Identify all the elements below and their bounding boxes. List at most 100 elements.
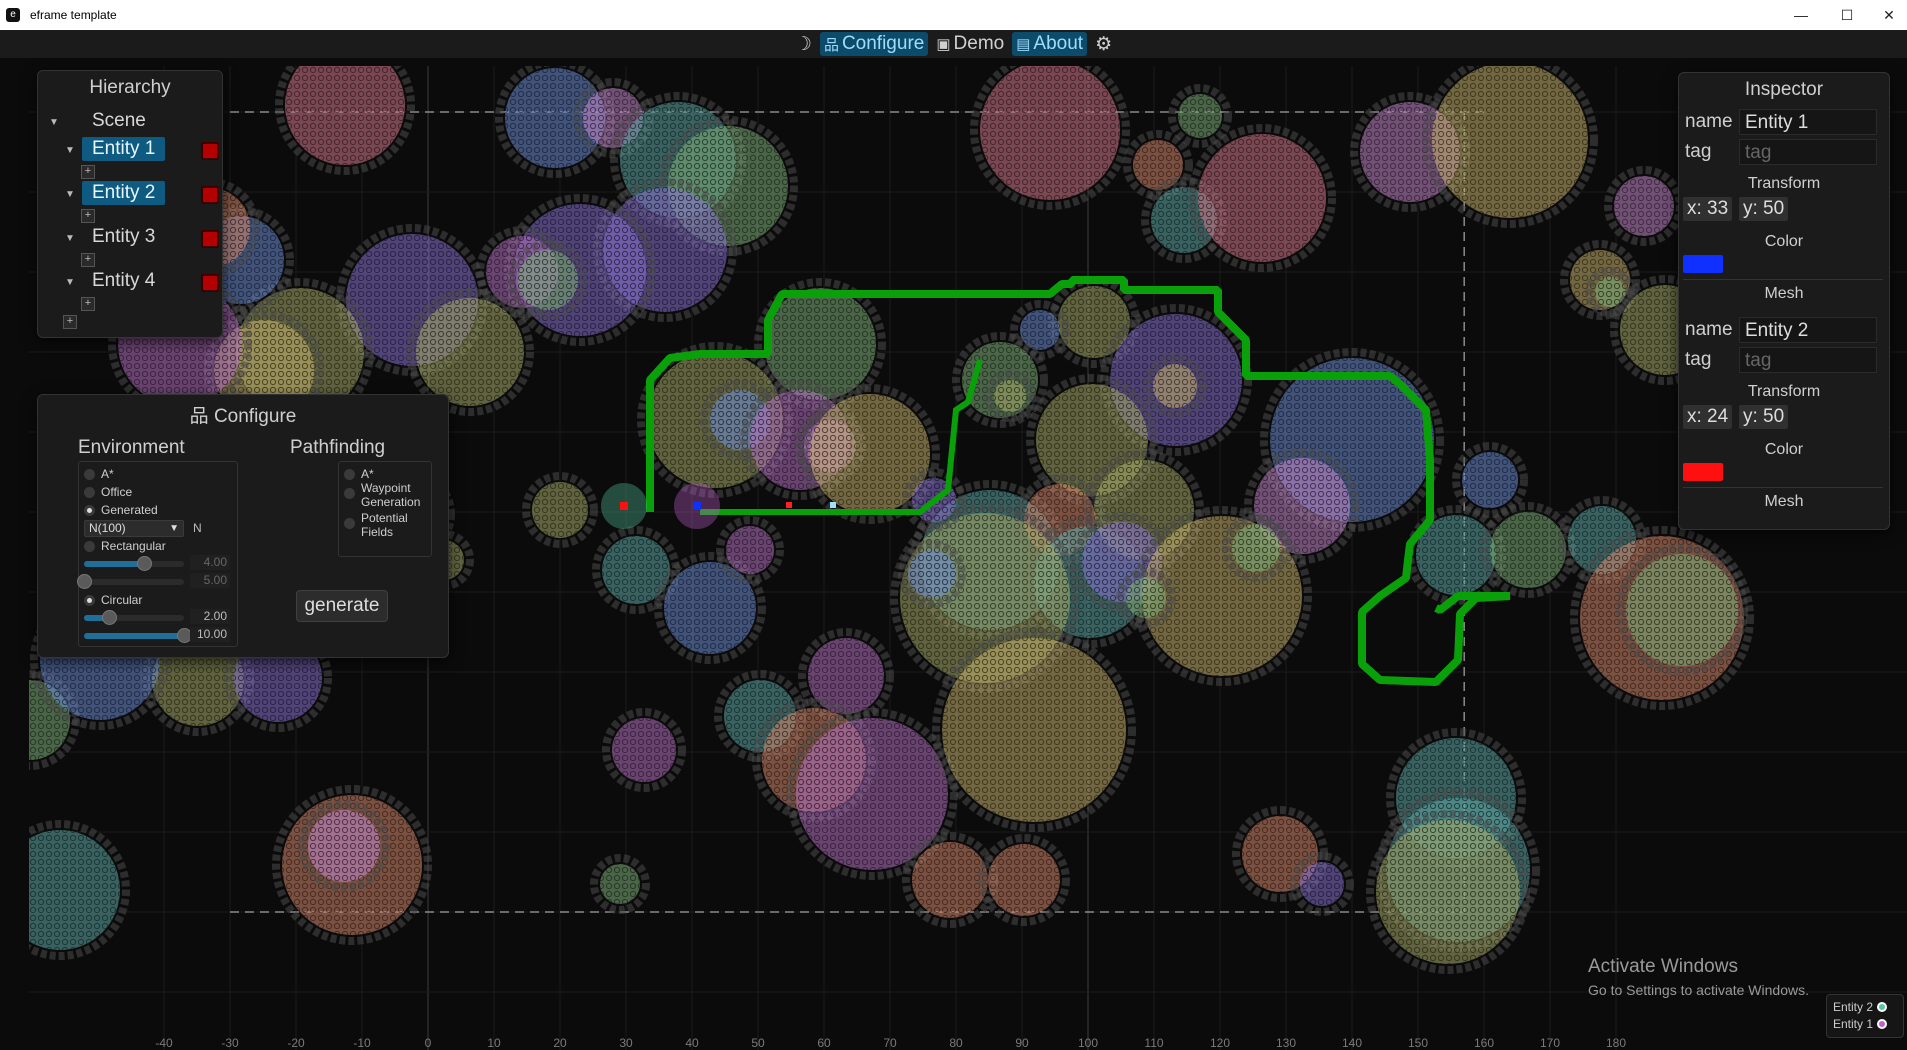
- delete-entity-2-icon[interactable]: [201, 186, 219, 204]
- obstacle-texture: [308, 810, 380, 882]
- x-tick-label: 40: [685, 1036, 699, 1050]
- obstacle-texture: [912, 842, 988, 918]
- app-icon: e: [6, 8, 20, 22]
- x-tick-label: 100: [1078, 1036, 1098, 1050]
- configure-title-text: Configure: [213, 406, 297, 427]
- entity-1-tag-field[interactable]: tag: [1739, 139, 1877, 165]
- generate-button[interactable]: generate: [296, 590, 388, 622]
- circle-min-value[interactable]: 2.00: [190, 609, 230, 624]
- delete-entity-4-icon[interactable]: [201, 274, 219, 292]
- entity-2-color-swatch[interactable]: [1683, 463, 1723, 481]
- circle-min-slider[interactable]: [84, 610, 184, 625]
- target-blue-marker: [830, 502, 836, 508]
- entity-1-color-heading: Color: [1764, 233, 1804, 250]
- entity-1-x-field[interactable]: x: 33: [1683, 197, 1733, 221]
- obstacle-texture: [1432, 66, 1588, 218]
- obstacle-texture: [600, 864, 640, 904]
- env-astar-radio[interactable]: A*: [84, 467, 114, 481]
- obstacle-texture: [1153, 364, 1197, 408]
- add-child-entity-3-button[interactable]: +: [81, 253, 95, 267]
- add-child-entity-2-button[interactable]: +: [81, 209, 95, 223]
- add-child-entity-1-button[interactable]: +: [81, 165, 95, 179]
- shape-circular-radio[interactable]: Circular: [84, 593, 142, 607]
- configure-panel: 品 Configure Environment Pathfinding A* O…: [37, 394, 449, 658]
- entity-4-triangle-icon[interactable]: ▼: [65, 277, 75, 288]
- legend-item-entity-2[interactable]: Entity 2: [1833, 1000, 1888, 1014]
- env-generated-radio[interactable]: Generated: [84, 503, 158, 517]
- entity-2-tag-label: tag: [1685, 349, 1712, 370]
- obstacle-texture: [1490, 512, 1566, 588]
- settings-gear-icon[interactable]: ⚙: [1091, 32, 1116, 57]
- environment-heading: Environment: [78, 437, 185, 458]
- x-tick-label: -40: [155, 1036, 173, 1050]
- configure-title: 品 Configure: [38, 401, 448, 428]
- entity-2-marker-group-marker: [620, 502, 628, 510]
- obstacle-texture: [1300, 862, 1344, 906]
- distribution-select[interactable]: N(100) ▼: [84, 520, 184, 537]
- entity-1-name-label: name: [1685, 111, 1733, 132]
- entity-2-name-field[interactable]: Entity 2: [1739, 317, 1877, 343]
- x-tick-label: 130: [1276, 1036, 1296, 1050]
- delete-entity-1-icon[interactable]: [201, 142, 219, 160]
- entity-2-triangle-icon[interactable]: ▼: [65, 189, 75, 200]
- pathfinding-heading: Pathfinding: [290, 437, 386, 458]
- entity-1-triangle-icon[interactable]: ▼: [65, 145, 75, 156]
- x-tick-label: 30: [619, 1036, 633, 1050]
- env-office-radio[interactable]: Office: [84, 485, 132, 499]
- rect-height-value[interactable]: 5.00: [190, 573, 230, 588]
- window-title: eframe template: [30, 8, 117, 22]
- entity-1-y-field[interactable]: y: 50: [1739, 197, 1789, 221]
- circle-max-value[interactable]: 10.00: [190, 627, 230, 642]
- maximize-button[interactable]: ☐: [1824, 0, 1870, 30]
- obstacle-texture: [1462, 452, 1518, 508]
- menu-demo[interactable]: ▣ Demo: [932, 32, 1008, 56]
- entity-1-name-field[interactable]: Entity 1: [1739, 109, 1877, 135]
- entity-2-x-field[interactable]: x: 24: [1683, 405, 1733, 429]
- entity-2-tag-field[interactable]: tag: [1739, 347, 1877, 373]
- legend-item-entity-1[interactable]: Entity 1: [1833, 1017, 1888, 1031]
- menu-configure-label: Configure: [841, 33, 925, 54]
- x-tick-label: 0: [425, 1036, 432, 1050]
- obstacle-texture: [908, 550, 956, 598]
- x-tick-label: -20: [287, 1036, 305, 1050]
- rect-height-slider[interactable]: [77, 574, 184, 589]
- entity-1-mesh-heading: Mesh: [1764, 285, 1804, 302]
- menu-configure[interactable]: 品 Configure: [819, 32, 929, 56]
- rect-width-value[interactable]: 4.00: [190, 555, 230, 570]
- close-button[interactable]: ✕: [1866, 0, 1907, 30]
- minimize-button[interactable]: —: [1778, 0, 1824, 30]
- path-waypoint-radio[interactable]: Waypoint Generation: [344, 481, 420, 509]
- entity-2-y-field[interactable]: y: 50: [1739, 405, 1789, 429]
- collapse-triangle-icon[interactable]: ▼: [49, 117, 59, 128]
- x-tick-label: 70: [883, 1036, 897, 1050]
- menu-about[interactable]: ▤ About: [1012, 32, 1088, 56]
- obstacle-texture: [1178, 94, 1222, 138]
- entity-4-item[interactable]: Entity 4: [82, 269, 165, 293]
- entity-2-transform-heading: Transform: [1747, 383, 1821, 400]
- circle-max-slider[interactable]: [84, 628, 192, 643]
- plot-legend: Entity 2 Entity 1: [1826, 994, 1904, 1038]
- shape-rectangular-radio[interactable]: Rectangular: [84, 539, 166, 553]
- distribution-unit: N: [193, 521, 202, 535]
- obstacle-texture: [1626, 554, 1738, 666]
- delete-entity-3-icon[interactable]: [201, 230, 219, 248]
- hierarchy-title: Hierarchy: [89, 77, 171, 98]
- book-icon: ▤: [1016, 36, 1031, 53]
- entity-1-marker-group[interactable]: [674, 483, 720, 529]
- path-astar-radio[interactable]: A*: [344, 467, 374, 481]
- entity-1-item[interactable]: Entity 1: [82, 137, 166, 161]
- x-tick-label: 90: [1015, 1036, 1029, 1050]
- theme-toggle-icon[interactable]: ☽: [791, 32, 816, 57]
- entity-2-item[interactable]: Entity 2: [82, 181, 166, 205]
- entity-1-color-swatch[interactable]: [1683, 255, 1723, 273]
- windows-activation-watermark: Activate Windows Go to Settings to activ…: [1588, 956, 1809, 998]
- entity-3-item[interactable]: Entity 3: [82, 225, 165, 249]
- add-entity-button[interactable]: +: [63, 315, 77, 329]
- entity-3-triangle-icon[interactable]: ▼: [65, 233, 75, 244]
- rect-width-slider[interactable]: [84, 556, 184, 571]
- path-potential-fields-radio[interactable]: Potential Fields: [344, 511, 408, 539]
- add-child-entity-4-button[interactable]: +: [81, 297, 95, 311]
- entity-2-marker-group[interactable]: [601, 483, 647, 529]
- scene-label[interactable]: Scene: [82, 109, 156, 133]
- target-red-marker: [786, 502, 792, 508]
